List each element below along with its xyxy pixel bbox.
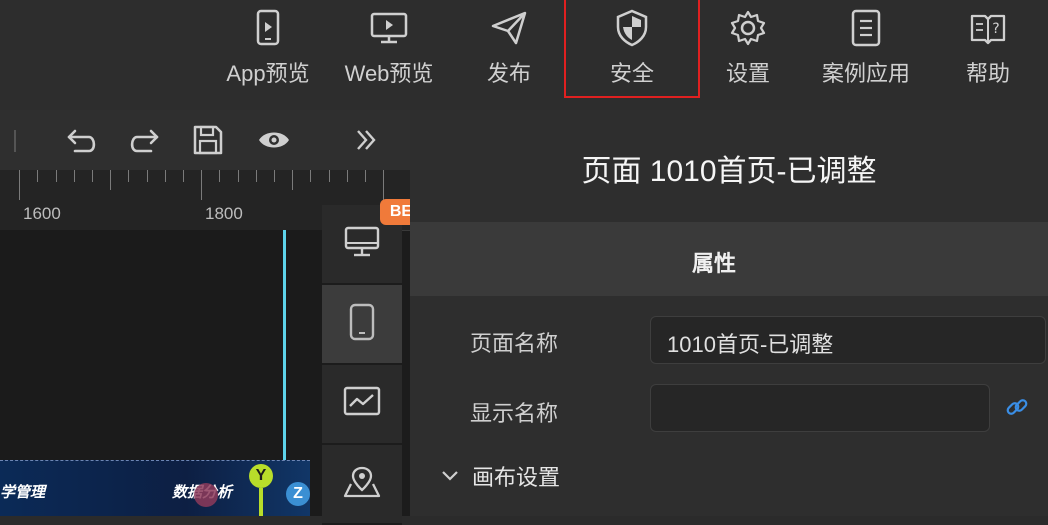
properties-panel: 页面 1010首页-已调整 属性 页面名称 1010首页-已调整 显示名称 画布… <box>410 110 1048 516</box>
map-button[interactable] <box>322 445 402 525</box>
web-preview-label: Web预览 <box>344 61 434 86</box>
ruler-tick <box>37 170 38 182</box>
security-button[interactable]: 安全 <box>564 0 700 98</box>
ruler-tick <box>74 170 75 182</box>
chart-screen-icon <box>342 385 382 424</box>
desktop-icon <box>343 225 381 264</box>
ruler-tick <box>56 170 57 182</box>
ruler-tick <box>110 170 111 190</box>
redo-icon[interactable] <box>126 122 162 158</box>
page-name-input[interactable]: 1010首页-已调整 <box>650 316 1046 364</box>
axis-y-handle[interactable]: Y <box>249 464 273 488</box>
case-apps-label: 案例应用 <box>821 61 910 86</box>
phone-play-icon <box>248 8 288 48</box>
ruler-tick <box>238 170 239 182</box>
ruler-tick <box>183 170 184 182</box>
gear-icon <box>728 8 768 48</box>
document-list-icon <box>846 8 886 48</box>
axis-z-handle[interactable]: Z <box>286 482 310 506</box>
thumb-left-text: 学管理 <box>0 484 46 501</box>
ruler-label: 1600 <box>23 204 61 223</box>
ruler-tick <box>165 170 166 182</box>
settings-label: 设置 <box>725 61 770 86</box>
monitor-play-icon <box>369 8 409 48</box>
ruler-tick <box>383 170 384 200</box>
help-button[interactable]: ? 帮助 <box>962 0 1014 96</box>
page-title: 页面 1010首页-已调整 <box>581 155 877 188</box>
book-help-icon: ? <box>968 8 1008 48</box>
paper-plane-icon <box>489 8 529 48</box>
ruler-tick <box>201 170 202 200</box>
canvas-settings-section[interactable]: 画布设置 <box>440 460 560 492</box>
mobile-icon <box>347 303 377 346</box>
eye-icon[interactable] <box>256 122 292 158</box>
design-canvas[interactable]: 学管理 数据分析 Y Z <box>0 230 322 516</box>
svg-text:?: ? <box>992 21 999 37</box>
settings-button[interactable]: 设置 <box>722 0 774 96</box>
app-preview-button[interactable]: App预览 <box>222 0 314 96</box>
undo-icon[interactable] <box>64 122 100 158</box>
ruler-tick <box>274 170 275 182</box>
ruler-tick <box>219 170 220 182</box>
ruler-tick <box>256 170 257 182</box>
ruler-tick <box>147 170 148 182</box>
ruler-tick <box>329 170 330 182</box>
toolbar-divider <box>14 130 16 152</box>
canvas-settings-label: 画布设置 <box>472 465 561 490</box>
tab-properties[interactable]: 属性 <box>380 246 1048 278</box>
chart-screen-button[interactable] <box>322 365 402 445</box>
ruler-tick <box>347 170 348 182</box>
shield-icon <box>612 8 652 48</box>
link-icon[interactable] <box>1004 394 1030 420</box>
panel-tab-bar: 属性 <box>410 222 1048 296</box>
ruler-label: 1800 <box>205 204 243 223</box>
axis-y-line <box>259 488 263 516</box>
ruler-tick <box>292 170 293 190</box>
ruler-tick <box>19 170 20 200</box>
ruler-tick <box>310 170 311 182</box>
double-chevron-right-icon[interactable] <box>348 122 384 158</box>
security-label: 安全 <box>609 61 654 86</box>
axis-x-handle[interactable] <box>194 483 218 507</box>
ruler-tick <box>128 170 129 182</box>
app-preview-label: App预览 <box>226 61 310 86</box>
publish-label: 发布 <box>486 61 531 86</box>
ruler-tick <box>92 170 93 182</box>
editor-toolbar <box>0 110 410 170</box>
ruler-tick <box>365 170 366 182</box>
page-name-label: 页面名称 <box>470 331 559 356</box>
case-apps-button[interactable]: 案例应用 <box>818 0 914 96</box>
help-label: 帮助 <box>965 61 1010 86</box>
web-preview-button[interactable]: Web预览 <box>340 0 438 96</box>
chevron-down-icon <box>440 466 460 486</box>
map-pin-icon <box>342 464 382 505</box>
top-toolbar: App预览 Web预览 发布 安全 设置 案例应用 ? 帮助 <box>0 0 1048 110</box>
mobile-device-button[interactable] <box>322 285 402 365</box>
display-name-label: 显示名称 <box>470 401 559 426</box>
save-icon[interactable] <box>190 122 226 158</box>
display-name-input[interactable] <box>650 384 990 432</box>
publish-button[interactable]: 发布 <box>480 0 538 96</box>
